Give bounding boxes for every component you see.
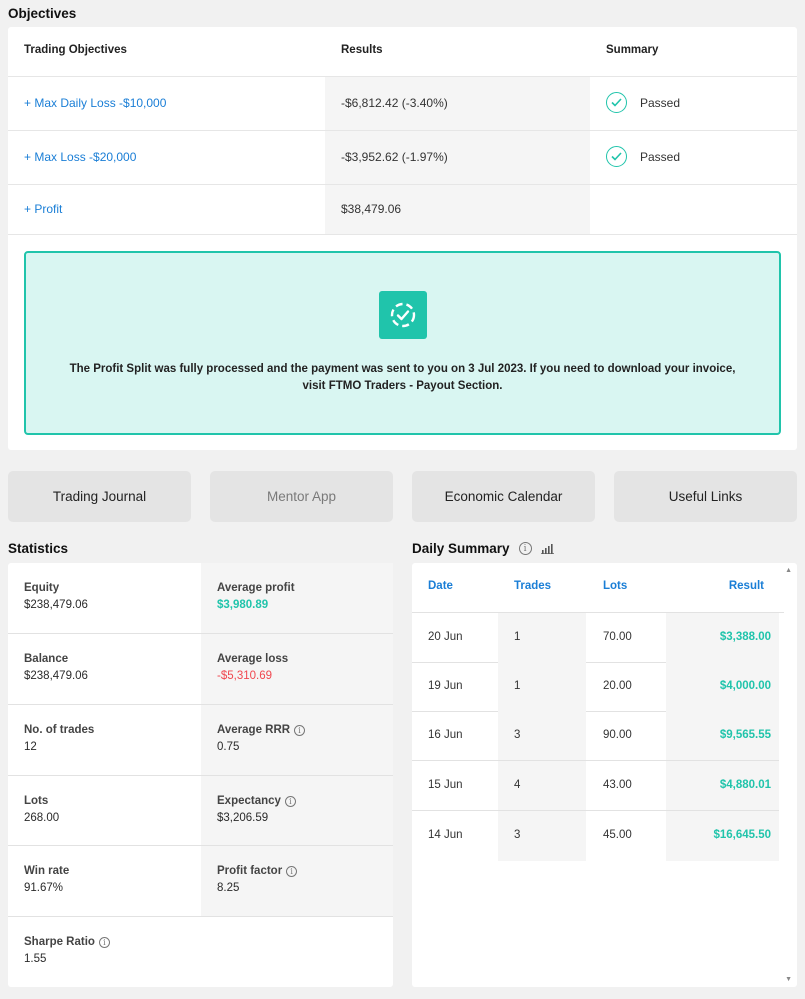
- objective-result: -$3,952.62 (-1.97%): [341, 150, 448, 164]
- check-circle-icon: [606, 92, 627, 113]
- row-lots: 45.00: [603, 829, 632, 841]
- row-result: $4,000.00: [719, 680, 771, 692]
- expectancy-label: Expectancy: [217, 795, 281, 807]
- objective-status: Passed: [640, 95, 681, 110]
- statistics-title: Statistics: [8, 541, 69, 556]
- row-trades: 3: [514, 729, 521, 741]
- objective-row: + Max Loss -$20,000 -$3,952.62 (-1.97%) …: [8, 131, 797, 185]
- table-row: 14 Jun 3 45.00 $16,645.50: [412, 811, 779, 861]
- info-icon[interactable]: i: [294, 724, 306, 736]
- row-date: 15 Jun: [428, 779, 463, 791]
- economic-calendar-button[interactable]: Economic Calendar: [412, 471, 595, 522]
- daily-summary-card: Date Trades Lots Result 20 Jun 1 70.00 $…: [412, 563, 797, 987]
- stat-row: Balance $238,479.06 Average loss -$5,310…: [8, 634, 393, 705]
- daily-summary-header: Daily Summary i: [412, 541, 554, 556]
- notice-text: The Profit Split was fully processed and…: [50, 361, 755, 395]
- bar-chart-icon[interactable]: [540, 543, 554, 554]
- check-circle-icon: [606, 146, 627, 167]
- sharpe-ratio-label: Sharpe Ratio: [24, 936, 95, 948]
- row-lots: 20.00: [603, 680, 632, 692]
- average-rrr-value: 0.75: [217, 741, 240, 753]
- row-lots: 90.00: [603, 729, 632, 741]
- objectives-card: Trading Objectives Results Summary + Max…: [8, 27, 797, 450]
- header-trades[interactable]: Trades: [514, 580, 551, 592]
- stat-row: Equity $238,479.06 Average profit $3,980…: [8, 563, 393, 634]
- objectives-header-row: Trading Objectives Results Summary: [8, 27, 797, 77]
- objective-link-profit[interactable]: + Profit: [24, 202, 62, 216]
- objective-row: + Max Daily Loss -$10,000 -$6,812.42 (-3…: [8, 77, 797, 131]
- dashed-check-icon: [379, 291, 427, 339]
- useful-links-button[interactable]: Useful Links: [614, 471, 797, 522]
- header-date[interactable]: Date: [428, 580, 453, 592]
- average-loss-value: -$5,310.69: [217, 670, 272, 682]
- row-result: $16,645.50: [713, 829, 771, 841]
- table-row: 19 Jun 1 20.00 $4,000.00: [412, 662, 779, 712]
- notice-line-1: The Profit Split was fully processed and…: [69, 363, 736, 375]
- table-row: 16 Jun 3 90.00 $9,565.55: [412, 711, 779, 761]
- row-lots: 70.00: [603, 631, 632, 643]
- row-date: 19 Jun: [428, 680, 463, 692]
- win-rate-label: Win rate: [24, 865, 70, 877]
- row-result: $3,388.00: [719, 631, 771, 643]
- header-results: Results: [341, 44, 383, 56]
- equity-value: $238,479.06: [24, 599, 88, 611]
- profit-factor-label: Profit factor: [217, 865, 283, 877]
- statistics-card: Equity $238,479.06 Average profit $3,980…: [8, 563, 393, 987]
- lots-value: 268.00: [24, 812, 60, 824]
- row-date: 14 Jun: [428, 829, 463, 841]
- average-loss-label: Average loss: [217, 653, 289, 665]
- objective-status: Passed: [640, 149, 681, 164]
- scroll-down-arrow[interactable]: ▼: [785, 976, 792, 983]
- row-trades: 3: [514, 829, 521, 841]
- row-date: 16 Jun: [428, 729, 463, 741]
- row-trades: 4: [514, 779, 521, 791]
- profit-factor-value: 8.25: [217, 882, 240, 894]
- objectives-title: Objectives: [8, 6, 77, 21]
- objective-link-max-daily-loss[interactable]: + Max Daily Loss -$10,000: [24, 96, 166, 110]
- average-profit-label: Average profit: [217, 582, 295, 594]
- row-lots: 43.00: [603, 779, 632, 791]
- header-lots[interactable]: Lots: [603, 580, 627, 592]
- row-date: 20 Jun: [428, 631, 463, 643]
- info-icon[interactable]: i: [98, 936, 110, 948]
- average-profit-value: $3,980.89: [217, 599, 269, 611]
- objective-result: -$6,812.42 (-3.40%): [341, 96, 448, 110]
- row-result: $9,565.55: [719, 729, 771, 741]
- info-icon[interactable]: i: [518, 542, 532, 555]
- objective-result: $38,479.06: [341, 202, 402, 216]
- win-rate-value: 91.67%: [24, 882, 64, 894]
- header-result[interactable]: Result: [729, 580, 764, 592]
- header-summary: Summary: [606, 44, 659, 56]
- scroll-up-arrow[interactable]: ▲: [785, 567, 792, 574]
- notice-line-2: visit FTMO Traders - Payout Section.: [302, 380, 503, 392]
- objective-row: + Profit $38,479.06: [8, 185, 797, 235]
- lots-label: Lots: [24, 795, 49, 807]
- daily-summary-table-header: Date Trades Lots Result: [412, 563, 784, 613]
- balance-value: $238,479.06: [24, 670, 88, 682]
- expectancy-value: $3,206.59: [217, 812, 269, 824]
- info-icon[interactable]: i: [284, 795, 296, 807]
- trades-count-label: No. of trades: [24, 724, 95, 736]
- objective-link-max-loss[interactable]: + Max Loss -$20,000: [24, 150, 136, 164]
- mentor-app-button[interactable]: Mentor App: [210, 471, 393, 522]
- trades-count-value: 12: [24, 741, 37, 753]
- row-trades: 1: [514, 631, 521, 643]
- payout-notice: The Profit Split was fully processed and…: [24, 251, 781, 435]
- header-trading-objectives: Trading Objectives: [24, 44, 127, 56]
- daily-summary-title: Daily Summary: [412, 541, 510, 556]
- equity-label: Equity: [24, 582, 60, 594]
- stat-row: Lots 268.00 Expectancy i $3,206.59: [8, 776, 393, 846]
- stat-row: No. of trades 12 Average RRR i 0.75: [8, 705, 393, 776]
- sharpe-ratio-value: 1.55: [24, 953, 47, 965]
- balance-label: Balance: [24, 653, 69, 665]
- row-result: $4,880.01: [719, 779, 771, 791]
- average-rrr-label: Average RRR: [217, 724, 291, 736]
- table-row: 15 Jun 4 43.00 $4,880.01: [412, 761, 779, 811]
- trading-journal-button[interactable]: Trading Journal: [8, 471, 191, 522]
- table-row: 20 Jun 1 70.00 $3,388.00: [412, 613, 779, 663]
- stat-row: Win rate 91.67% Profit factor i 8.25: [8, 846, 393, 917]
- row-trades: 1: [514, 680, 521, 692]
- info-icon[interactable]: i: [286, 865, 298, 877]
